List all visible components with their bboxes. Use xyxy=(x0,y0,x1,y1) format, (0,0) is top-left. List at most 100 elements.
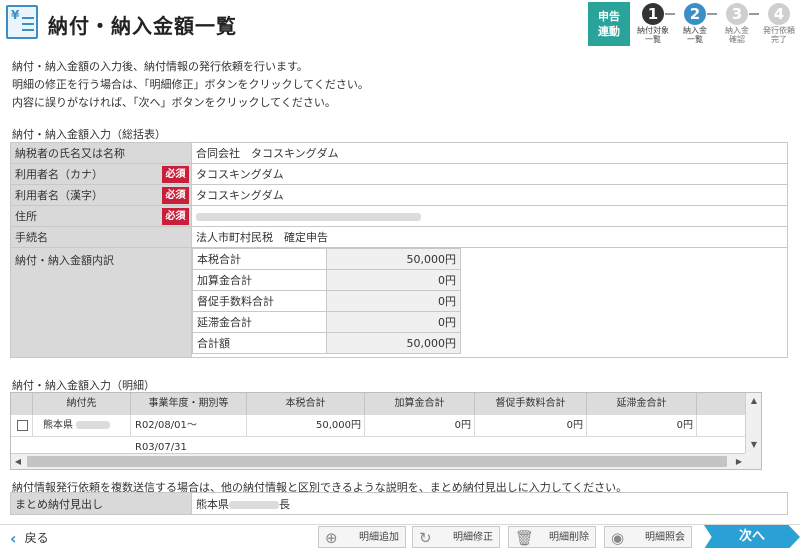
required-badge: 必須 xyxy=(162,166,189,183)
step-number: 1 xyxy=(642,3,664,25)
field-label: 納税者の氏名又は名称 xyxy=(10,142,192,164)
procedure-value: 法人市町村民税 確定申告 xyxy=(191,226,788,248)
step-3: 3 納入金 確認 xyxy=(716,2,758,46)
inquiry-detail-button[interactable]: ◉ 明細照会 xyxy=(604,526,692,548)
step-label: 納入金 一覧 xyxy=(683,26,707,44)
grid-header-cell: 督促手数料合計 xyxy=(475,393,587,415)
redacted-heading xyxy=(229,500,279,509)
breakdown-label: 延滞金合計 xyxy=(192,311,327,333)
delinquency-cell: 0円 xyxy=(587,415,697,437)
step-label: 納付対象 一覧 xyxy=(637,26,669,44)
grid-header-cell: 加算金合計 xyxy=(365,393,475,415)
chevron-left-icon: ‹ xyxy=(10,529,17,548)
breakdown-row: 合計額 50,000円 xyxy=(192,332,461,354)
form-row: 納税者の氏名又は名称 合同会社 タコスキングダム xyxy=(10,142,788,164)
field-label: 住所 必須 xyxy=(10,205,192,227)
breakdown-label: 加算金合計 xyxy=(192,269,327,291)
breakdown-value: 50,000円 xyxy=(326,332,461,354)
grid-header-cell: 本税合計 xyxy=(247,393,365,415)
breakdown-table: 本税合計 50,000円 加算金合計 0円 督促手数料合計 0円 延滞金合計 0… xyxy=(192,248,461,354)
field-label: 手続名 xyxy=(10,226,192,248)
field-label: 利用者名（カナ） 必須 xyxy=(10,163,192,185)
scroll-right-icon[interactable]: ▶ xyxy=(732,454,746,469)
page-header: ¥ 納付・納入金額一覧 申告 連動 1 納付対象 一覧 2 納入金 一覧 3 納… xyxy=(0,0,800,48)
required-badge: 必須 xyxy=(162,187,189,204)
principal-cell: 50,000円 xyxy=(247,415,365,437)
user-kanji-cell xyxy=(191,184,788,206)
yen-document-icon: ¥ xyxy=(6,5,38,39)
footer-bar: ‹ 戻る ⊕ 明細追加 ↻ 明細修正 🗑 明細削除 ◉ 明細照会 次へ xyxy=(0,524,800,548)
linked-badge: 申告 連動 xyxy=(588,2,630,46)
breakdown-cell: 本税合計 50,000円 加算金合計 0円 督促手数料合計 0円 延滞金合計 0… xyxy=(191,247,788,358)
table-row[interactable]: 熊本県 R02/08/01～R03/07/31 50,000円 0円 0円 0円 xyxy=(11,415,746,453)
grid-header-cell: 納付先 xyxy=(33,393,131,415)
breakdown-value: 0円 xyxy=(326,290,461,312)
scroll-corner xyxy=(745,453,761,469)
additional-cell: 0円 xyxy=(365,415,475,437)
scroll-down-icon[interactable]: ▼ xyxy=(746,437,761,453)
scroll-thumb[interactable] xyxy=(27,456,727,467)
delete-detail-button[interactable]: 🗑 明細削除 xyxy=(508,526,596,548)
form-row: 納付・納入金額内訳 本税合計 50,000円 加算金合計 0円 督促手数料合計 … xyxy=(10,247,788,358)
breakdown-row: 加算金合計 0円 xyxy=(192,269,461,291)
intro-text: 納付・納入金額の入力後、納付情報の発行依頼を行います。 明細の修正を行う場合は、… xyxy=(12,58,369,112)
intro-line: 内容に誤りがなければ、「次へ」ボタンをクリックしてください。 xyxy=(12,96,336,109)
grid-header: 納付先 事業年度・期別等 本税合計 加算金合計 督促手数料合計 延滞金合計 合 xyxy=(11,393,755,415)
taxpayer-name-value: 合同会社 タコスキングダム xyxy=(191,142,788,164)
user-kana-cell xyxy=(191,163,788,185)
step-label: 発行依頼 完了 xyxy=(763,26,795,44)
breakdown-value: 50,000円 xyxy=(326,248,461,270)
vertical-scrollbar[interactable]: ▲ ▼ xyxy=(745,393,761,453)
breakdown-row: 本税合計 50,000円 xyxy=(192,248,461,270)
breakdown-value: 0円 xyxy=(326,269,461,291)
required-badge: 必須 xyxy=(162,208,189,225)
step-2: 2 納入金 一覧 xyxy=(674,2,716,46)
summary-form: 納税者の氏名又は名称 合同会社 タコスキングダム 利用者名（カナ） 必須 利用者… xyxy=(10,142,788,358)
breakdown-label: 合計額 xyxy=(192,332,327,354)
form-row: 利用者名（漢字） 必須 xyxy=(10,184,788,206)
form-row: まとめ納付見出し 熊本県長 xyxy=(10,492,788,515)
user-kanji-input[interactable] xyxy=(196,185,783,205)
breakdown-row: 延滞金合計 0円 xyxy=(192,311,461,333)
row-checkbox[interactable] xyxy=(17,420,28,431)
fee-cell: 0円 xyxy=(475,415,587,437)
summary-section-title: 納付・納入金額入力（総括表） xyxy=(12,128,166,141)
field-label-text: 住所 xyxy=(15,210,37,223)
scroll-up-icon[interactable]: ▲ xyxy=(746,393,761,409)
back-button[interactable]: ‹ 戻る xyxy=(10,529,49,548)
step-number: 3 xyxy=(726,3,748,25)
next-button[interactable]: 次へ xyxy=(704,525,800,548)
scroll-left-icon[interactable]: ◀ xyxy=(11,454,25,469)
edit-detail-button[interactable]: ↻ 明細修正 xyxy=(412,526,500,548)
grid-header-cell: 延滞金合計 xyxy=(587,393,697,415)
user-kana-input[interactable] xyxy=(196,164,783,184)
detail-grid: 納付先 事業年度・期別等 本税合計 加算金合計 督促手数料合計 延滞金合計 合 … xyxy=(10,392,762,470)
field-label-text: 利用者名（漢字） xyxy=(15,189,103,202)
trash-icon: 🗑 xyxy=(515,529,535,547)
horizontal-scrollbar[interactable]: ◀ ▶ xyxy=(11,453,746,469)
period-cell: R02/08/01～R03/07/31 xyxy=(131,415,247,453)
step-4: 4 発行依頼 完了 xyxy=(758,2,800,46)
breakdown-value: 0円 xyxy=(326,311,461,333)
intro-line: 納付・納入金額の入力後、納付情報の発行依頼を行います。 xyxy=(12,60,308,73)
refresh-icon: ↻ xyxy=(419,529,432,547)
address-input[interactable] xyxy=(191,205,788,227)
form-row: 利用者名（カナ） 必須 xyxy=(10,163,788,185)
bulk-heading-input[interactable]: 熊本県長 xyxy=(191,492,788,515)
form-row: 手続名 法人市町村民税 確定申告 xyxy=(10,226,788,248)
form-row: 住所 必須 xyxy=(10,205,788,227)
detail-section-title: 納付・納入金額入力（明細） xyxy=(12,379,155,392)
breakdown-label: 督促手数料合計 xyxy=(192,290,327,312)
page-title: 納付・納入金額一覧 xyxy=(48,14,237,38)
redacted-payee xyxy=(76,421,111,429)
field-label: まとめ納付見出し xyxy=(10,492,192,515)
plus-circle-icon: ⊕ xyxy=(325,529,338,547)
payee-cell: 熊本県 xyxy=(33,415,131,437)
progress-steps: 申告 連動 1 納付対象 一覧 2 納入金 一覧 3 納入金 確認 4 発行依頼… xyxy=(588,2,800,46)
step-number: 2 xyxy=(684,3,706,25)
grid-header-check xyxy=(11,393,33,415)
step-1: 1 納付対象 一覧 xyxy=(632,2,674,46)
field-label: 納付・納入金額内訳 xyxy=(10,247,192,358)
add-detail-button[interactable]: ⊕ 明細追加 xyxy=(318,526,406,548)
eye-icon: ◉ xyxy=(611,529,625,547)
